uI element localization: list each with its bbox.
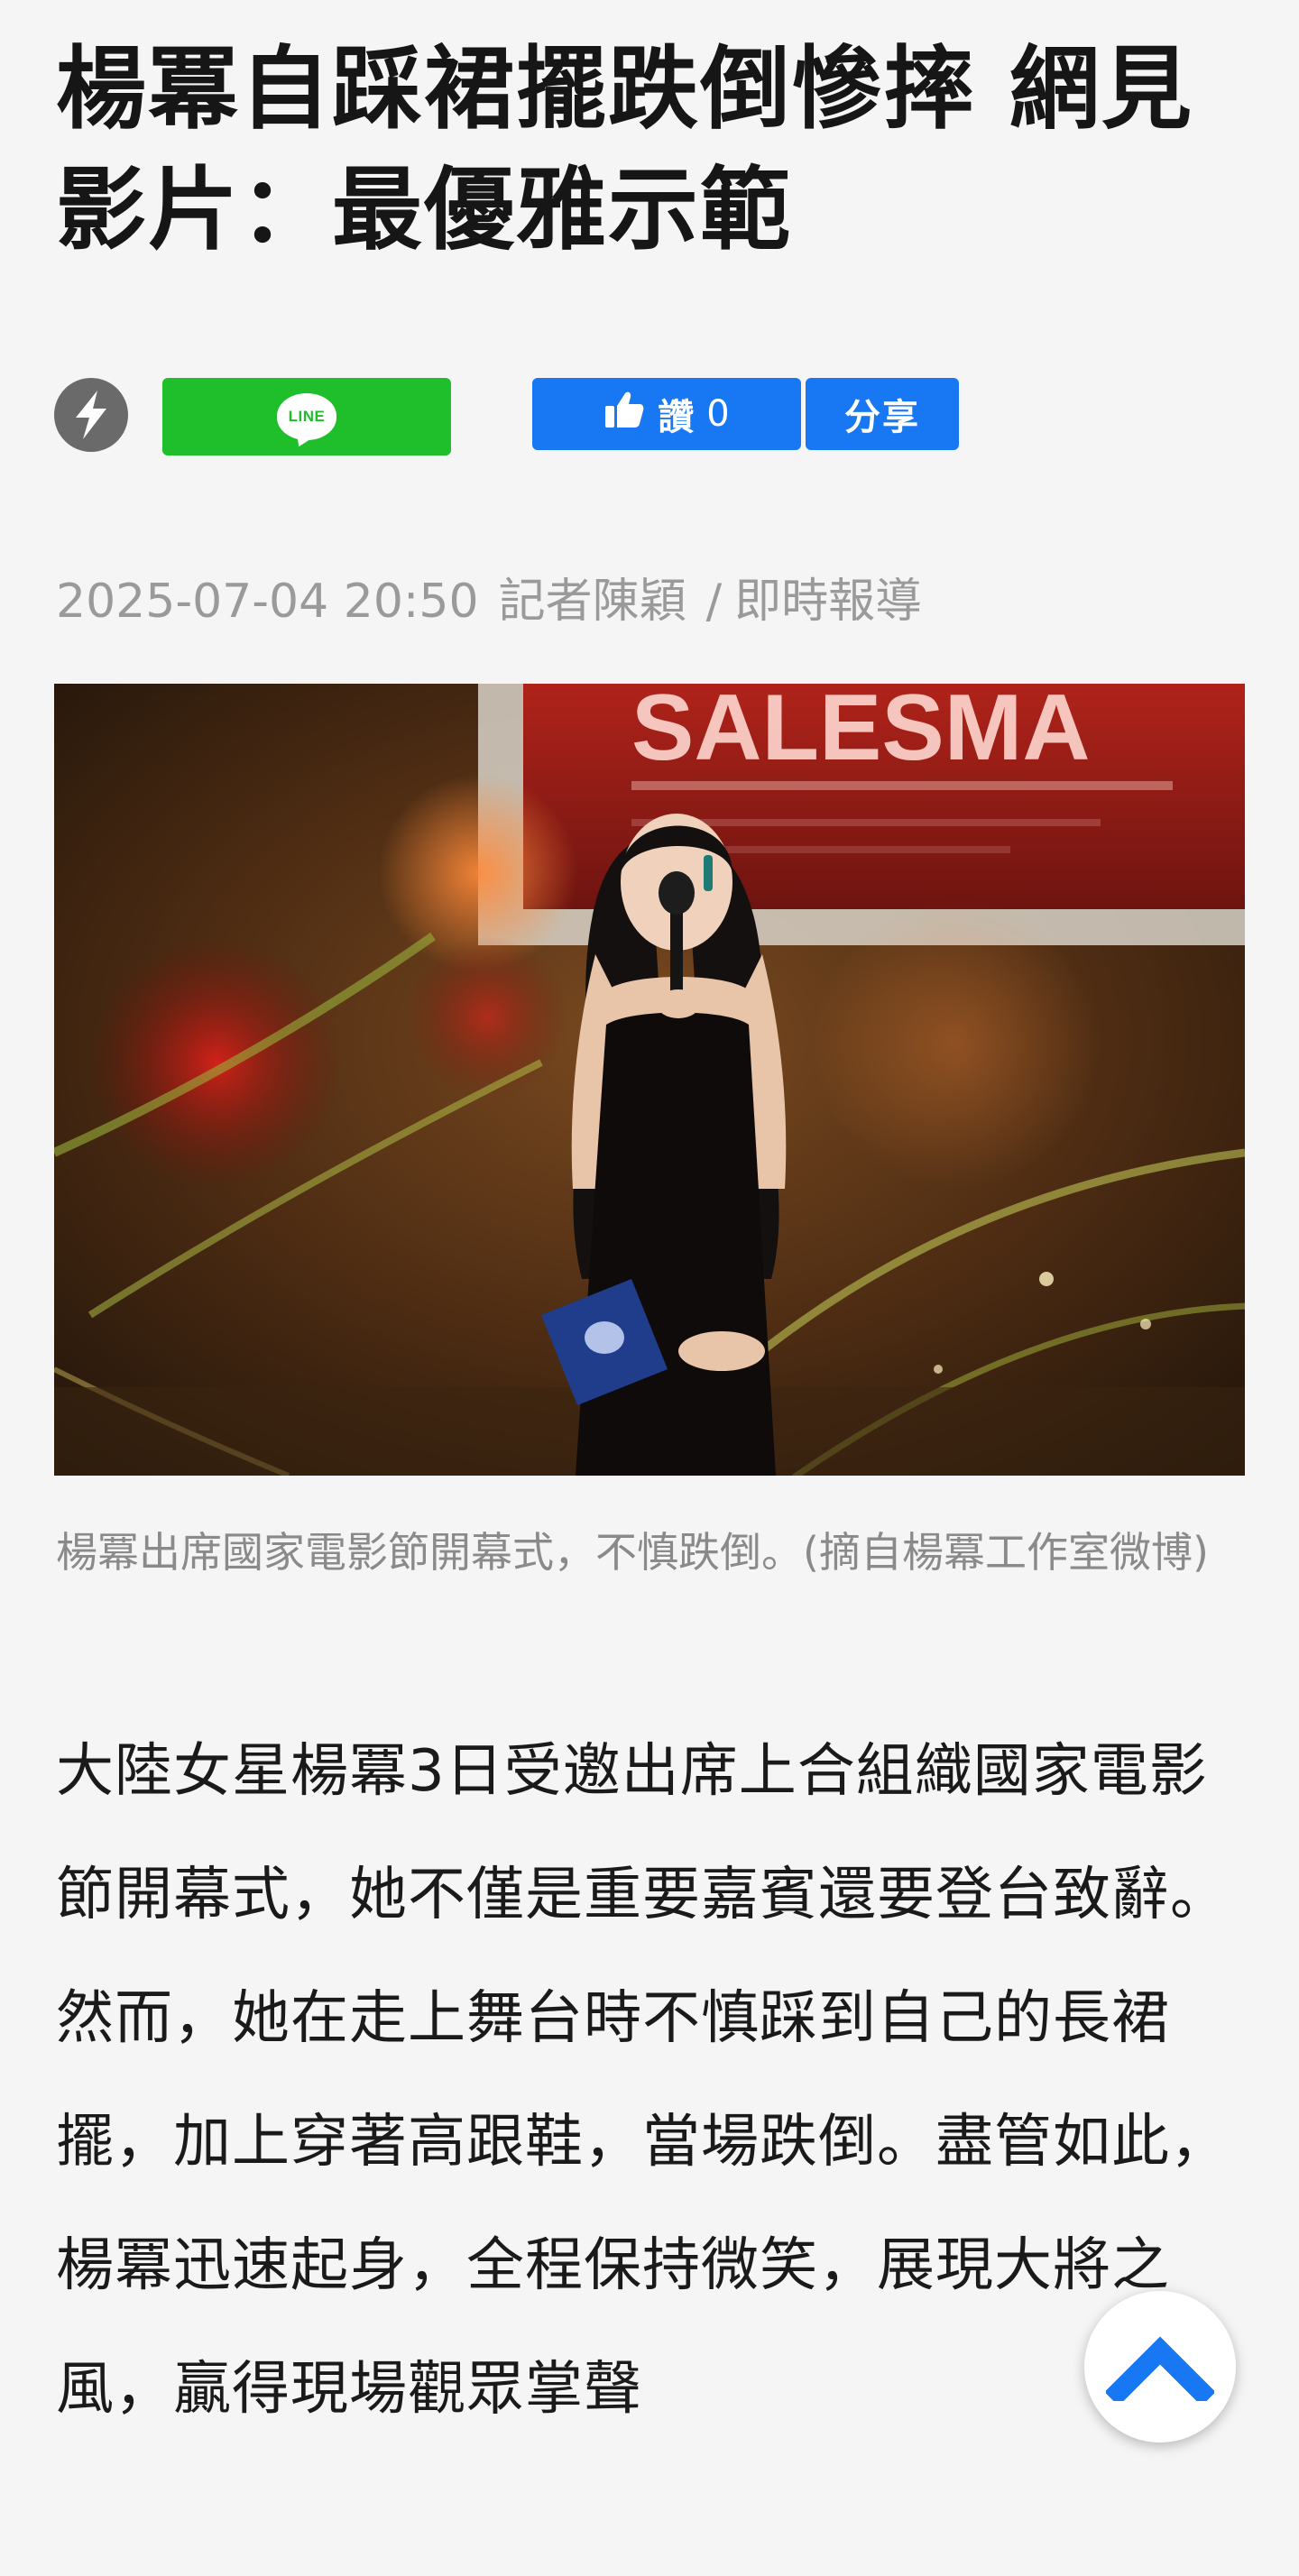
line-icon: LINE <box>277 393 336 440</box>
share-bar: LINE 讚 0 分享 <box>54 374 1245 455</box>
facebook-like-button[interactable]: 讚 0 <box>532 378 801 450</box>
article-meta: 2025-07-04 20:50 記者陳穎 / 即時報導 <box>56 570 1229 633</box>
meta-separator: / <box>705 575 723 629</box>
article-page: 楊冪自踩裙擺跌倒慘摔 網見影片：最優雅示範 LINE 讚 0 分享 2025-0… <box>0 0 1299 2576</box>
screen-title-text: SALESMA <box>631 684 1090 780</box>
like-label: 讚 <box>658 397 695 438</box>
chevron-up-icon <box>1104 2329 1216 2406</box>
reporter-name: 記者陳穎 <box>498 575 686 629</box>
scroll-to-top-button[interactable] <box>1084 2291 1236 2443</box>
photo-caption: 楊冪出席國家電影節開幕式，不慎跌倒。(摘自楊冪工作室微博) <box>56 1528 1209 1577</box>
share-label: 分享 <box>844 397 920 438</box>
lightning-bolt-icon[interactable] <box>54 378 128 452</box>
line-label: LINE <box>288 408 326 425</box>
publish-date: 2025-07-04 20:50 <box>56 575 479 629</box>
like-count: 0 <box>706 393 730 435</box>
article-title: 楊冪自踩裙擺跌倒慘摔 網見影片：最優雅示範 <box>56 36 1193 262</box>
article-photo: SALESMA <box>54 684 1245 1476</box>
line-share-button[interactable]: LINE <box>162 378 451 455</box>
thumbs-up-icon <box>603 390 645 438</box>
article-section: 即時報導 <box>734 575 923 629</box>
article-body: 大陸女星楊冪3日受邀出席上合組織國家電影節開幕式，她不僅是重要嘉賓還要登台致辭。… <box>56 1738 1229 2423</box>
facebook-share-button[interactable]: 分享 <box>806 378 959 450</box>
